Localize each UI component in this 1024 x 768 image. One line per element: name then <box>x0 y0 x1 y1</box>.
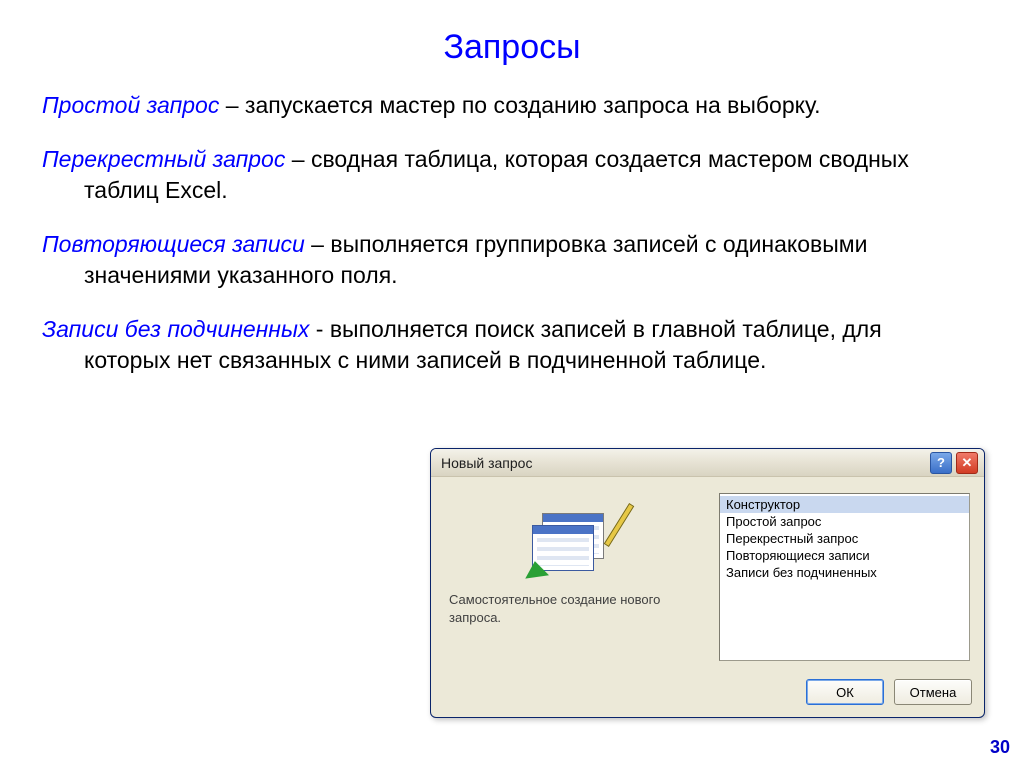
new-query-dialog: Новый запрос ? ✕ Самостоятельное создани… <box>430 448 985 718</box>
term: Перекрестный запрос <box>42 146 285 172</box>
term: Простой запрос <box>42 92 219 118</box>
dialog-description: Самостоятельное создание нового запроса. <box>445 591 705 626</box>
entry-duplicates: Повторяющиеся записи – выполняется групп… <box>42 229 982 291</box>
query-wizard-icon <box>532 507 618 571</box>
cancel-button[interactable]: Отмена <box>894 679 972 705</box>
ok-button[interactable]: ОК <box>806 679 884 705</box>
separator: - <box>309 316 329 342</box>
term: Повторяющиеся записи <box>42 231 305 257</box>
entry-simple: Простой запрос – запускается мастер по с… <box>42 90 982 121</box>
dialog-title: Новый запрос <box>441 455 926 471</box>
separator: – <box>219 92 245 118</box>
term: Записи без подчиненных <box>42 316 309 342</box>
query-type-listbox[interactable]: Конструктор Простой запрос Перекрестный … <box>719 493 970 661</box>
entry-crosstab: Перекрестный запрос – сводная таблица, к… <box>42 144 982 206</box>
page-number: 30 <box>990 737 1010 758</box>
list-item[interactable]: Записи без подчиненных <box>720 564 969 581</box>
list-item[interactable]: Повторяющиеся записи <box>720 547 969 564</box>
dialog-left-pane: Самостоятельное создание нового запроса. <box>445 493 705 661</box>
entry-unmatched: Записи без подчиненных - выполняется пои… <box>42 314 942 376</box>
help-icon[interactable]: ? <box>930 452 952 474</box>
separator: – <box>305 231 331 257</box>
list-item[interactable]: Конструктор <box>720 496 969 513</box>
slide-title: Запросы <box>42 28 982 67</box>
separator: – <box>285 146 311 172</box>
dialog-body: Самостоятельное создание нового запроса.… <box>431 477 984 671</box>
list-item[interactable]: Перекрестный запрос <box>720 530 969 547</box>
description: запускается мастер по созданию запроса н… <box>245 92 821 118</box>
close-icon[interactable]: ✕ <box>956 452 978 474</box>
list-item[interactable]: Простой запрос <box>720 513 969 530</box>
dialog-titlebar[interactable]: Новый запрос ? ✕ <box>431 449 984 477</box>
dialog-footer: ОК Отмена <box>431 671 984 717</box>
